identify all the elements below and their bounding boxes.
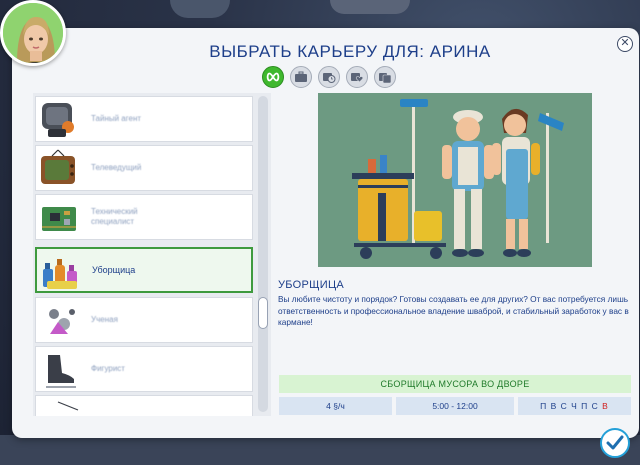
checkmark-icon — [606, 435, 624, 450]
briefcase-icon — [295, 71, 307, 82]
television-icon — [41, 149, 75, 184]
career-item-next[interactable] — [35, 395, 253, 416]
career-item-figure-skater[interactable]: Фигурист — [35, 346, 253, 392]
career-item-cleaner[interactable]: Уборщица — [35, 247, 253, 293]
career-description: Вы любите чистоту и порядок? Готовы созд… — [278, 294, 629, 327]
partial-career-icon — [57, 401, 79, 411]
sim-avatar — [0, 0, 66, 66]
ice-skate-icon — [46, 355, 76, 388]
career-label: Тайный агент — [91, 114, 142, 123]
career-type-filter-3[interactable] — [346, 66, 368, 88]
confirm-button[interactable] — [600, 428, 630, 458]
career-type-filter-2[interactable] — [318, 66, 340, 88]
career-item-tv-host[interactable]: Телеведущий — [35, 145, 253, 191]
career-list: Тайный агент Телеведущий Технический спе… — [33, 93, 271, 416]
career-item-secret-agent[interactable]: Тайный агент — [35, 96, 253, 142]
work-days: П В С Ч П С В — [518, 397, 631, 415]
career-filter-bar — [262, 66, 396, 88]
pay-rate: 4 §/ч — [279, 397, 392, 415]
secret-agent-icon — [42, 103, 74, 137]
career-list-scroll-thumb[interactable] — [258, 297, 268, 329]
close-icon: ✕ — [620, 37, 630, 49]
close-button[interactable]: ✕ — [617, 36, 633, 52]
all-careers-filter[interactable] — [262, 66, 284, 88]
career-type-filter-1[interactable] — [290, 66, 312, 88]
dialog-title: ВЫБРАТЬ КАРЬЕРУ ДЛЯ: АРИНА — [209, 42, 491, 61]
work-hours: 5:00 - 12:00 — [396, 397, 514, 415]
cleaning-supplies-icon — [43, 259, 77, 289]
pay-unit: §/ч — [333, 401, 345, 411]
cleaners-illustration-icon — [318, 93, 592, 267]
circuit-board-icon — [42, 207, 76, 231]
career-illustration — [318, 93, 592, 267]
stack-icon — [379, 73, 392, 84]
career-item-scientist[interactable]: Ученая — [35, 297, 253, 343]
day-off: В — [602, 401, 609, 411]
career-label: Телеведущий — [91, 163, 142, 172]
career-detail-title: УБОРЩИЦА — [278, 279, 345, 291]
clock-icon — [323, 73, 336, 83]
science-icon — [49, 309, 75, 334]
infinity-icon — [266, 72, 280, 82]
career-item-tech-specialist[interactable]: Технический специалист — [35, 194, 253, 240]
work-days-list: П В С Ч П С — [540, 401, 599, 411]
career-label: Технический специалист — [91, 207, 138, 226]
career-list-scrollbar[interactable] — [258, 96, 268, 412]
career-type-filter-4[interactable] — [374, 66, 396, 88]
pay-amount: 4 — [326, 401, 331, 411]
career-label: Уборщица — [92, 265, 136, 275]
career-label: Ученая — [91, 315, 118, 324]
heart-icon — [351, 73, 364, 83]
career-label: Фигурист — [91, 364, 125, 373]
job-level-title: СБОРЩИЦА МУСОРА ВО ДВОРЕ — [279, 375, 631, 393]
